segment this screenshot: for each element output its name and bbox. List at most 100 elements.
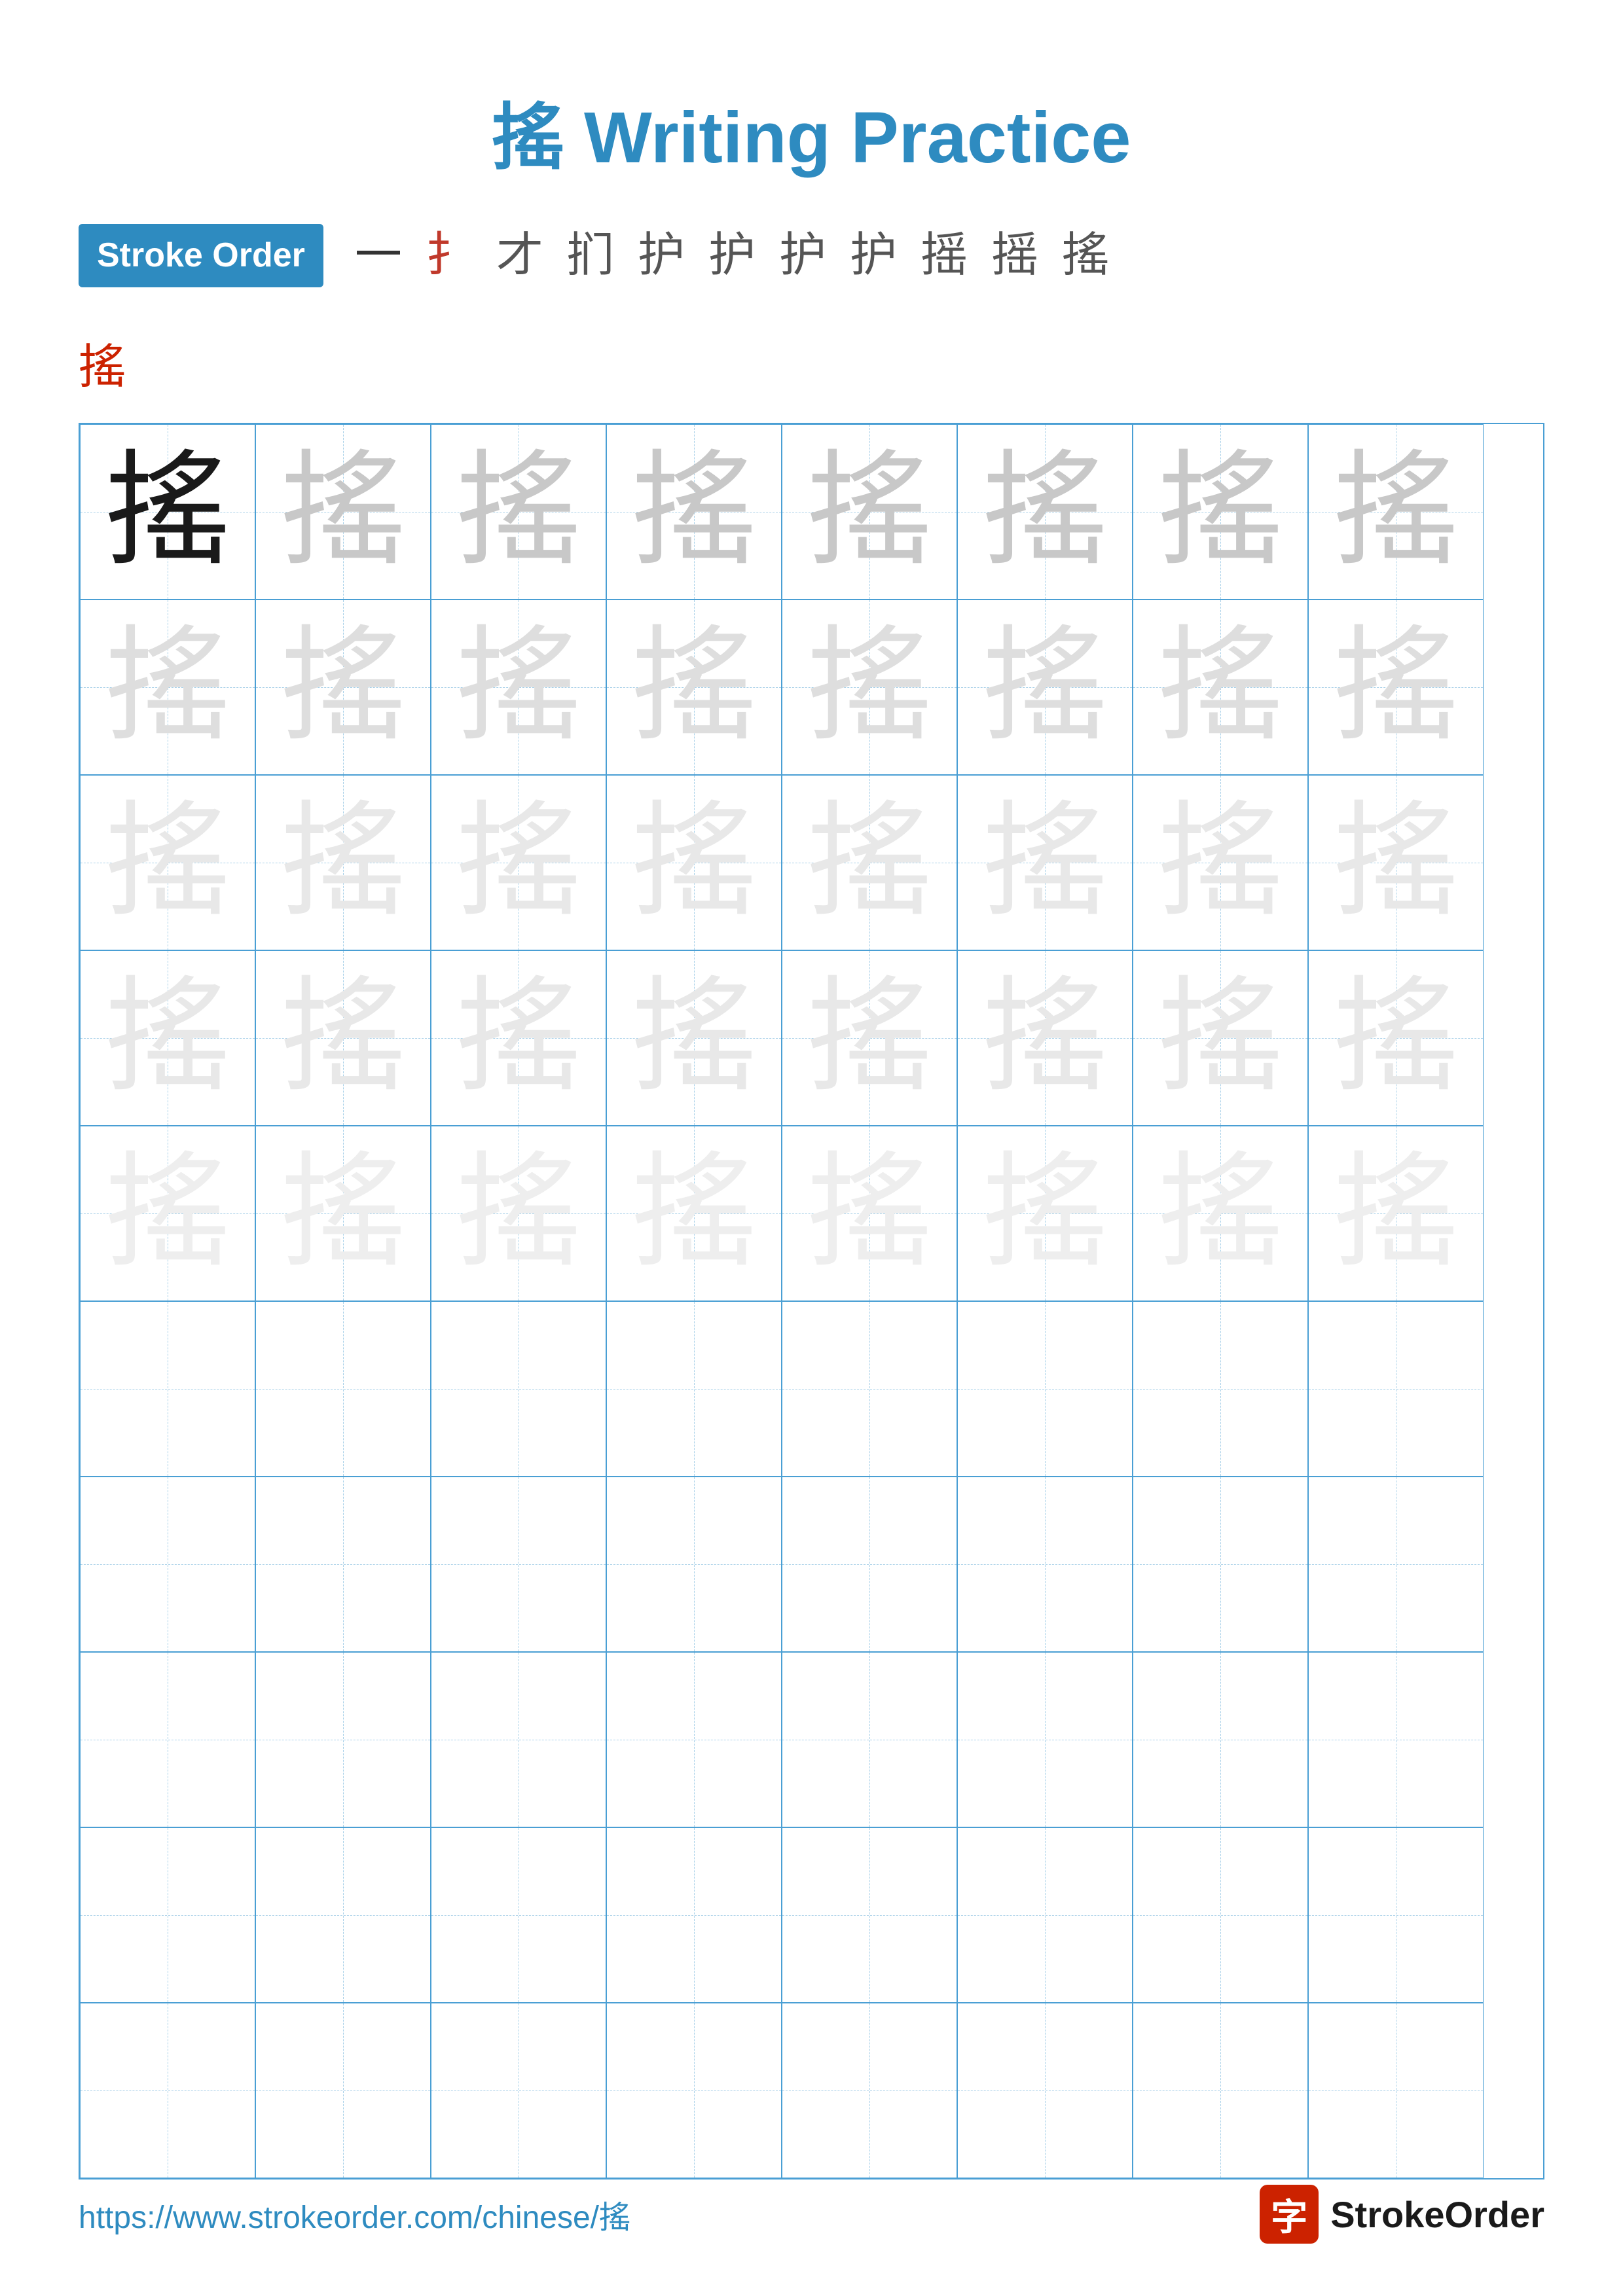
grid-cell[interactable] xyxy=(431,2003,606,2178)
grid-row-5: 搖 搖 搖 搖 搖 搖 搖 搖 xyxy=(80,1126,1543,1301)
grid-cell[interactable]: 搖 xyxy=(431,1126,606,1301)
grid-cell[interactable]: 搖 xyxy=(80,424,255,600)
grid-cell[interactable] xyxy=(606,1477,782,1652)
grid-cell[interactable]: 搖 xyxy=(80,950,255,1126)
grid-cell[interactable]: 搖 xyxy=(1133,600,1308,775)
grid-cell[interactable] xyxy=(782,1477,957,1652)
grid-row-2: 搖 搖 搖 搖 搖 搖 搖 搖 xyxy=(80,600,1543,775)
grid-cell[interactable] xyxy=(255,1652,431,1827)
grid-cell[interactable] xyxy=(431,1652,606,1827)
grid-cell[interactable]: 搖 xyxy=(431,600,606,775)
grid-cell[interactable] xyxy=(782,1652,957,1827)
grid-row-3: 搖 搖 搖 搖 搖 搖 搖 搖 xyxy=(80,775,1543,950)
grid-cell[interactable] xyxy=(957,1827,1133,2003)
grid-cell[interactable]: 搖 xyxy=(957,950,1133,1126)
grid-cell[interactable] xyxy=(80,1301,255,1477)
grid-cell[interactable] xyxy=(431,1827,606,2003)
grid-cell[interactable]: 搖 xyxy=(1133,775,1308,950)
stroke-order-badge: Stroke Order xyxy=(79,224,323,287)
grid-cell[interactable]: 搖 xyxy=(1133,950,1308,1126)
grid-cell[interactable]: 搖 xyxy=(606,600,782,775)
grid-row-4: 搖 搖 搖 搖 搖 搖 搖 搖 xyxy=(80,950,1543,1126)
grid-cell[interactable] xyxy=(80,1827,255,2003)
grid-cell[interactable]: 搖 xyxy=(80,600,255,775)
grid-cell[interactable]: 搖 xyxy=(255,775,431,950)
grid-cell[interactable] xyxy=(1133,1827,1308,2003)
grid-cell[interactable] xyxy=(606,1301,782,1477)
grid-cell[interactable]: 搖 xyxy=(782,950,957,1126)
grid-cell[interactable] xyxy=(80,1652,255,1827)
grid-cell[interactable]: 搖 xyxy=(957,775,1133,950)
grid-cell[interactable] xyxy=(782,1827,957,2003)
grid-cell[interactable] xyxy=(606,1827,782,2003)
grid-cell[interactable]: 搖 xyxy=(1133,1126,1308,1301)
stroke-order-last-char: 搖 xyxy=(0,328,1623,397)
grid-cell[interactable] xyxy=(1133,1301,1308,1477)
stroke-char: 才 xyxy=(496,223,543,289)
footer-url[interactable]: https://www.strokeorder.com/chinese/搖 xyxy=(79,2191,630,2237)
grid-cell[interactable] xyxy=(255,1301,431,1477)
grid-cell[interactable]: 搖 xyxy=(782,1126,957,1301)
grid-cell[interactable]: 搖 xyxy=(782,775,957,950)
grid-cell[interactable]: 搖 xyxy=(431,775,606,950)
grid-cell[interactable]: 搖 xyxy=(1308,600,1484,775)
grid-cell[interactable] xyxy=(80,1477,255,1652)
grid-cell[interactable] xyxy=(606,1652,782,1827)
grid-row-8 xyxy=(80,1652,1543,1827)
grid-cell[interactable] xyxy=(957,1652,1133,1827)
grid-cell[interactable] xyxy=(1308,1301,1484,1477)
grid-cell[interactable] xyxy=(1308,2003,1484,2178)
grid-cell[interactable] xyxy=(1133,1477,1308,1652)
grid-cell[interactable]: 搖 xyxy=(957,1126,1133,1301)
grid-cell[interactable]: 搖 xyxy=(1308,1126,1484,1301)
grid-cell[interactable]: 搖 xyxy=(255,1126,431,1301)
grid-cell[interactable] xyxy=(957,1477,1133,1652)
grid-cell[interactable]: 搖 xyxy=(782,424,957,600)
grid-cell[interactable] xyxy=(1308,1477,1484,1652)
grid-cell[interactable] xyxy=(431,1477,606,1652)
grid-cell[interactable] xyxy=(255,1477,431,1652)
practice-grid[interactable]: 搖 搖 搖 搖 搖 搖 搖 搖 搖 搖 搖 搖 搖 搖 搖 搖 搖 搖 搖 搖 … xyxy=(79,423,1544,2179)
grid-cell[interactable] xyxy=(1308,1827,1484,2003)
grid-row-1: 搖 搖 搖 搖 搖 搖 搖 搖 xyxy=(80,424,1543,600)
grid-cell[interactable]: 搖 xyxy=(606,950,782,1126)
footer-logo: 字 StrokeOrder xyxy=(1260,2185,1544,2244)
grid-cell[interactable]: 搖 xyxy=(606,424,782,600)
grid-cell[interactable]: 搖 xyxy=(1308,775,1484,950)
grid-cell[interactable]: 搖 xyxy=(957,424,1133,600)
grid-cell[interactable] xyxy=(255,2003,431,2178)
stroke-char: 一 xyxy=(355,223,402,289)
grid-cell[interactable] xyxy=(957,2003,1133,2178)
grid-cell[interactable]: 搖 xyxy=(255,600,431,775)
grid-cell[interactable]: 搖 xyxy=(431,424,606,600)
grid-cell[interactable]: 搖 xyxy=(255,950,431,1126)
grid-cell[interactable]: 搖 xyxy=(1308,424,1484,600)
grid-cell[interactable]: 搖 xyxy=(255,424,431,600)
grid-row-10 xyxy=(80,2003,1543,2178)
grid-cell[interactable]: 搖 xyxy=(606,775,782,950)
grid-cell[interactable] xyxy=(1133,1652,1308,1827)
footer-logo-name: StrokeOrder xyxy=(1330,2193,1544,2236)
stroke-char: 扪 xyxy=(567,223,614,289)
grid-cell[interactable]: 搖 xyxy=(80,775,255,950)
stroke-char: 搖 xyxy=(1062,223,1109,289)
grid-cell[interactable] xyxy=(782,2003,957,2178)
grid-cell[interactable] xyxy=(255,1827,431,2003)
grid-cell[interactable]: 搖 xyxy=(606,1126,782,1301)
grid-cell[interactable] xyxy=(957,1301,1133,1477)
grid-row-6 xyxy=(80,1301,1543,1477)
grid-cell[interactable] xyxy=(782,1301,957,1477)
grid-cell[interactable]: 搖 xyxy=(431,950,606,1126)
grid-cell[interactable]: 搖 xyxy=(1133,424,1308,600)
grid-cell[interactable] xyxy=(80,2003,255,2178)
grid-cell[interactable] xyxy=(1133,2003,1308,2178)
grid-row-9 xyxy=(80,1827,1543,2003)
grid-cell[interactable]: 搖 xyxy=(782,600,957,775)
grid-cell[interactable]: 搖 xyxy=(1308,950,1484,1126)
grid-cell[interactable] xyxy=(1308,1652,1484,1827)
grid-cell[interactable]: 搖 xyxy=(80,1126,255,1301)
stroke-order-section: Stroke Order 一 扌 才 扪 护 护 护 护 摇 摇 搖 xyxy=(0,223,1623,328)
grid-cell[interactable] xyxy=(606,2003,782,2178)
grid-cell[interactable]: 搖 xyxy=(957,600,1133,775)
grid-cell[interactable] xyxy=(431,1301,606,1477)
